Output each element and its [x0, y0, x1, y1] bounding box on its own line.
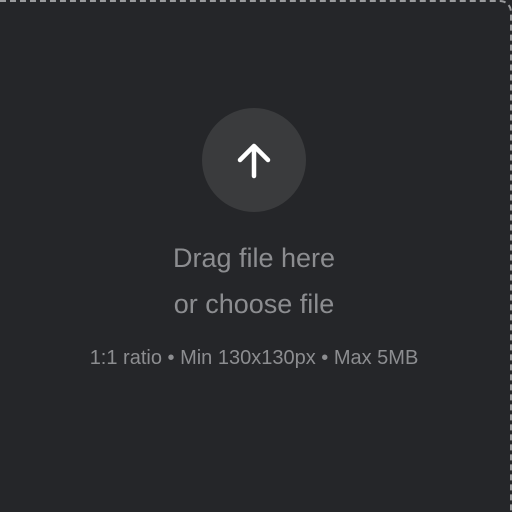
choose-file-link[interactable]: or choose file — [0, 284, 508, 324]
file-dropzone[interactable]: Drag file here or choose file 1:1 ratio … — [0, 0, 512, 512]
drag-file-label: Drag file here — [172, 243, 336, 273]
upload-button[interactable] — [202, 108, 306, 212]
file-requirements-text: 1:1 ratio • Min 130x130px • Max 5MB — [89, 347, 419, 369]
arrow-up-icon — [232, 138, 276, 182]
